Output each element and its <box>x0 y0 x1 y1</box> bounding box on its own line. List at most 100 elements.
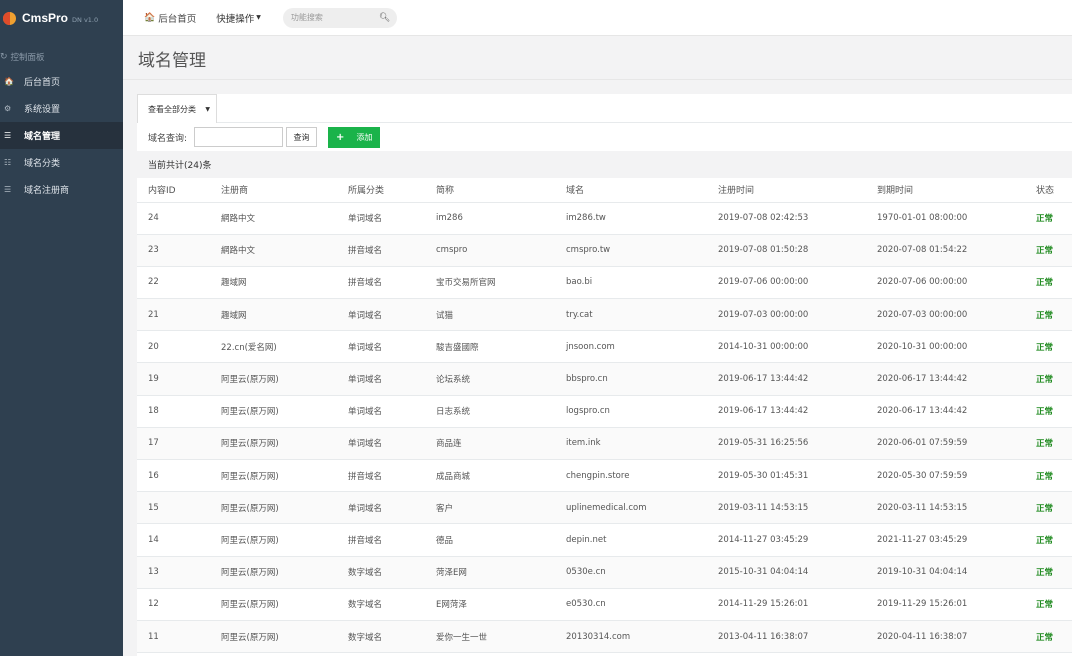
table-row[interactable]: 17 阿里云(原万网) 单词域名 商品连 item.ink 2019-05-31 16:2… <box>137 427 1072 461</box>
status-badge: 正常 <box>1025 298 1072 332</box>
table-row[interactable]: 16 阿里云(原万网) 拼音域名 成品商城 chengpin.store 2019-05-… <box>137 459 1072 493</box>
table-row[interactable]: 23 網路中文 拼音域名 cmspro cmspro.tw 2019-07-08 01:5… <box>137 234 1072 267</box>
sidebar-item-4[interactable]: ☰ 域名注册商 <box>0 176 123 203</box>
quick-actions-dropdown[interactable]: 快捷操作 ▼ <box>216 11 261 25</box>
table-cell: 0530e.cn <box>555 556 707 589</box>
sidebar-item-label: 后台首页 <box>24 78 61 88</box>
table-cell: 阿里云(原万网) <box>210 620 337 654</box>
logo-icon <box>3 11 16 25</box>
list-icon: ☰ <box>4 131 12 140</box>
table-cell: chengpin.store <box>555 459 707 493</box>
table-cell: 駿吉盛國際 <box>425 330 555 364</box>
gear-icon: ⚙ <box>4 104 12 113</box>
table-row[interactable]: 12 阿里云(原万网) 数字域名 E网菏泽 e0530.cn 2014-11-29 15:… <box>137 588 1072 621</box>
search-icon[interactable]: 🔍︎ <box>379 13 390 23</box>
table-cell: 单词域名 <box>337 202 425 235</box>
status-badge: 正常 <box>1025 266 1072 300</box>
table-cell: 2019-07-06 00:00:00 <box>707 266 866 300</box>
column-header: 状态 <box>1025 178 1072 203</box>
table-row[interactable]: 22 趣域网 拼音域名 宝币交易所官网 bao.bi 2019-07-06 00:00:0… <box>137 266 1072 300</box>
table-cell: 24 <box>137 202 210 235</box>
category-select-value: 查看全部分类 <box>148 104 196 114</box>
table-cell: 阿里云(原万网) <box>210 556 337 589</box>
table-cell: 2019-07-08 02:42:53 <box>707 202 866 235</box>
topbar-home-link[interactable]: 🏠 后台首页 <box>144 11 196 25</box>
table-cell: 網路中文 <box>210 202 337 235</box>
table-cell: 22 <box>137 266 210 300</box>
category-select[interactable]: 查看全部分类 ▼ <box>137 94 217 123</box>
status-badge: 正常 <box>1025 234 1072 267</box>
sidebar-item-label: 域名注册商 <box>24 186 70 196</box>
table-cell: 数字域名 <box>337 556 425 589</box>
table-cell: 论坛系统 <box>425 362 555 396</box>
table-cell: 12 <box>137 588 210 621</box>
table-cell: jnsoon.com <box>555 330 707 364</box>
sidebar-item-2[interactable]: ☰ 域名管理 <box>0 122 123 149</box>
brand-version: DN v1.0 <box>72 15 99 24</box>
table-row[interactable]: 21 趣域网 单词域名 试猫 try.cat 2019-07-03 00:00:00 202… <box>137 298 1072 332</box>
table-cell: 单词域名 <box>337 362 425 396</box>
sidebar-section-label: 控制面板 <box>10 53 45 63</box>
sidebar-section-dashboard[interactable]: ↻ 控制面板 <box>0 36 123 68</box>
table-cell: 德品 <box>425 523 555 557</box>
table-cell: 16 <box>137 459 210 493</box>
column-header: 简称 <box>425 178 555 203</box>
status-badge: 正常 <box>1025 202 1072 235</box>
caret-down-icon: ▼ <box>205 105 210 113</box>
table-cell: 数字域名 <box>337 588 425 621</box>
table-cell: 阿里云(原万网) <box>210 427 337 461</box>
function-search: 🔍︎ <box>282 7 397 28</box>
table-cell: 2020-04-11 16:38:07 <box>866 620 1025 654</box>
table-cell: 2013-04-11 16:38:07 <box>707 620 866 654</box>
query-button[interactable]: 查询 <box>286 127 318 147</box>
table-row[interactable]: 15 阿里云(原万网) 单词域名 客户 uplinemedical.com 2019-03… <box>137 491 1072 525</box>
search-input[interactable] <box>290 13 379 22</box>
table-cell: E网菏泽 <box>425 588 555 621</box>
table-cell: 试猫 <box>425 298 555 332</box>
status-badge: 正常 <box>1025 620 1072 654</box>
table-cell: 2020-05-30 07:59:59 <box>866 459 1025 493</box>
brand-name: CmsPro <box>22 11 69 25</box>
table-row[interactable]: 14 阿里云(原万网) 拼音域名 德品 depin.net 2014-11-27 03:4… <box>137 523 1072 557</box>
table-cell: logspro.cn <box>555 395 707 428</box>
page-title: 域名管理 <box>138 51 206 71</box>
table-row[interactable]: 19 阿里云(原万网) 单词域名 论坛系统 bbspro.cn 2019-06-17 13… <box>137 362 1072 396</box>
brand[interactable]: CmsPro DN v1.0 <box>0 0 123 36</box>
table-cell: 2019-06-17 13:44:42 <box>707 362 866 396</box>
table-cell: 拼音域名 <box>337 234 425 267</box>
column-header: 到期时间 <box>866 178 1025 203</box>
status-badge: 正常 <box>1025 556 1072 589</box>
domain-query-input[interactable] <box>194 127 284 147</box>
table-cell: bbspro.cn <box>555 362 707 396</box>
status-badge: 正常 <box>1025 362 1072 396</box>
table-cell: 商品连 <box>425 427 555 461</box>
table-cell: 網路中文 <box>210 234 337 267</box>
add-button[interactable]: + 添加 <box>328 126 381 148</box>
table-row[interactable]: 20 22.cn(爱名网) 单词域名 駿吉盛國際 jnsoon.com 2014-10-3… <box>137 330 1072 364</box>
table-row[interactable]: 11 阿里云(原万网) 数字域名 爱你一生一世 20130314.com 2013-04-… <box>137 620 1072 654</box>
status-badge: 正常 <box>1025 427 1072 461</box>
table-row[interactable]: 24 網路中文 单词域名 im286 im286.tw 2019-07-08 02:42:… <box>137 202 1072 235</box>
table-cell: im286 <box>425 202 555 235</box>
table-cell: 19 <box>137 362 210 396</box>
table-row[interactable]: 18 阿里云(原万网) 单词域名 日志系统 logspro.cn 2019-06-17 1… <box>137 395 1072 428</box>
table-cell: 2019-11-29 15:26:01 <box>866 588 1025 621</box>
column-header: 内容ID <box>137 178 210 203</box>
sidebar-item-3[interactable]: ☷ 域名分类 <box>0 149 123 176</box>
sidebar-item-label: 域名管理 <box>24 132 61 142</box>
table-cell: e0530.cn <box>555 588 707 621</box>
status-badge: 正常 <box>1025 330 1072 364</box>
table-cell: 拼音域名 <box>337 459 425 493</box>
table-cell: 22.cn(爱名网) <box>210 330 337 364</box>
table-cell: 14 <box>137 523 210 557</box>
table-cell: uplinemedical.com <box>555 491 707 525</box>
table-header-row: 内容ID 注册商 所属分类 简称 域名 注册时间 到期时间 状态 <box>137 178 1072 203</box>
table-cell: 20130314.com <box>555 620 707 654</box>
topbar-home-label: 后台首页 <box>158 13 197 25</box>
sidebar-item-0[interactable]: 🏠 后台首页 <box>0 68 123 95</box>
status-badge: 正常 <box>1025 523 1072 557</box>
domain-query-label: 域名查询: <box>148 133 188 144</box>
table-row[interactable]: 13 阿里云(原万网) 数字域名 菏泽E网 0530e.cn 2015-10-31 04:… <box>137 556 1072 589</box>
table-cell: 11 <box>137 620 210 654</box>
sidebar-item-1[interactable]: ⚙ 系统设置 <box>0 95 123 122</box>
